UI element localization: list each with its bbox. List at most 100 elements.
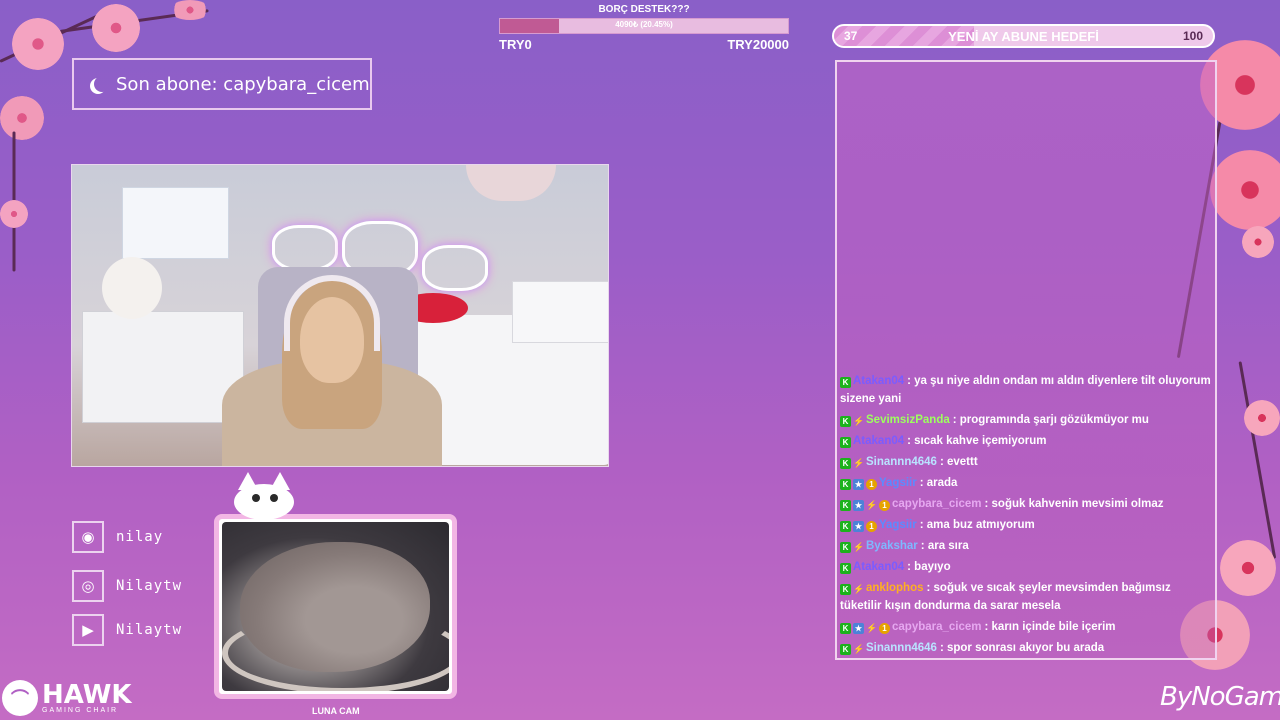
prime-badge-icon: ⚡ xyxy=(853,644,865,654)
prime-badge-icon: ⚡ xyxy=(853,542,865,552)
moderator-badge-icon: K xyxy=(840,563,851,574)
moderator-badge-icon: K xyxy=(840,521,851,532)
chat-username[interactable]: Sinannn4646 xyxy=(866,642,937,654)
chat-username[interactable]: capybara_cicem xyxy=(892,621,982,633)
chat-username[interactable]: Atakan04 xyxy=(853,561,904,573)
prime-badge-icon: ⚡ xyxy=(853,458,865,468)
chat-message: K ⚡ Sinannn4646: spor sonrası akıyor bu ar… xyxy=(840,639,1212,657)
donation-goal-widget: BORÇ DESTEK??? 4090₺ (20.45%) TRY0 TRY20… xyxy=(499,4,789,54)
moderator-badge-icon: K xyxy=(840,458,851,469)
social-instagram[interactable]: ◎ Nilaytw xyxy=(72,570,182,602)
streamer-webcam xyxy=(71,164,609,467)
social-youtube[interactable]: ▶ Nilaytw xyxy=(72,614,182,646)
instagram-icon: ◎ xyxy=(72,570,104,602)
moderator-badge-icon: K xyxy=(840,416,851,427)
donation-progress-bar: 4090₺ (20.45%) xyxy=(499,18,789,34)
chat-message-text: : programında şarjı gözükmüyor mu xyxy=(952,414,1149,426)
social-instagram-name: Nilaytw xyxy=(116,578,183,594)
prime-badge-icon: ⚡ xyxy=(853,584,865,594)
sub-goal-target: 100 xyxy=(1182,29,1203,43)
moderator-badge-icon: K xyxy=(840,479,851,490)
chat-message-text: : evettt xyxy=(939,456,978,468)
moderator-badge-icon: K xyxy=(840,542,851,553)
chat-message-text: : ama buz atmıyorum xyxy=(919,519,1035,531)
donation-max-label: TRY20000 xyxy=(727,37,789,52)
chat-message-text: : karın içinde bile içerim xyxy=(984,621,1116,633)
social-youtube-name: Nilaytw xyxy=(116,622,183,638)
chat-username[interactable]: Atakan04 xyxy=(853,435,904,447)
discord-icon: ◉ xyxy=(72,521,104,553)
last-subscriber-box: Son abone: capybara_cicem xyxy=(72,58,372,110)
donation-progress-text: 4090₺ (20.45%) xyxy=(615,20,673,29)
bed-headboard xyxy=(512,281,608,343)
subscriber-badge-icon: ★ xyxy=(853,623,864,634)
prime-badge-icon: ⚡ xyxy=(866,500,878,510)
moderator-badge-icon: K xyxy=(840,437,851,448)
chat-username[interactable]: capybara_cicem xyxy=(892,498,982,510)
chat-message: K ★ 1 Yagsiir: arada xyxy=(840,474,1212,492)
donation-title: BORÇ DESTEK??? xyxy=(598,4,690,15)
chat-log: K Atakan04: ya şu niye aldın ondan mı ald… xyxy=(840,372,1212,660)
prime-badge-icon: ⚡ xyxy=(853,416,865,426)
chat-message-text: : bayıyo xyxy=(907,561,951,573)
subscriber-badge-icon: ★ xyxy=(853,479,864,490)
cat-cam-frame xyxy=(214,514,457,699)
chat-message: K ⚡ Sinannn4646: evettt xyxy=(840,453,1212,471)
cat-cam-feed xyxy=(222,522,449,691)
social-discord-name: nilay xyxy=(116,529,164,545)
last-subscriber-text: Son abone: capybara_cicem xyxy=(116,73,370,95)
chat-message: K Atakan04: ya şu niye aldın ondan mı ald… xyxy=(840,372,1212,408)
chat-message: K ⚡ SevimsizPanda: programında şarjı gözük… xyxy=(840,411,1212,429)
hawk-mark-icon: ⌒ xyxy=(2,680,38,716)
neon-light xyxy=(272,225,338,271)
chat-message: K ★ ⚡ 1 capybara_cicem: karın içinde bile iç… xyxy=(840,618,1212,636)
wall-pegboard xyxy=(122,187,229,259)
gold-badge-icon: 1 xyxy=(866,479,877,490)
moderator-badge-icon: K xyxy=(840,500,851,511)
chat-message: K Atakan04: sıcak kahve içemiyorum xyxy=(840,432,1212,450)
youtube-icon: ▶ xyxy=(72,614,104,646)
moderator-badge-icon: K xyxy=(840,623,851,634)
cherry-blossom-decoration-left xyxy=(0,130,40,272)
chat-username[interactable]: SevimsizPanda xyxy=(866,414,950,426)
donation-min-label: TRY0 xyxy=(499,37,532,52)
hawk-logo: ⌒ HAWK GAMING CHAIR xyxy=(2,680,132,716)
subscriber-badge-icon: ★ xyxy=(853,500,864,511)
chat-username[interactable]: Yagsiir xyxy=(879,519,917,531)
sub-goal-bar: 37 YENİ AY ABUNE HEDEFİ 100 xyxy=(832,24,1215,48)
prime-badge-icon: ⚡ xyxy=(866,623,878,633)
chat-username[interactable]: anklophos xyxy=(866,582,924,594)
hawk-subtitle: GAMING CHAIR xyxy=(42,706,119,714)
hawk-title: HAWK xyxy=(42,679,132,710)
neon-light xyxy=(422,245,488,291)
sleeping-cat xyxy=(240,542,430,672)
moderator-badge-icon: K xyxy=(840,644,851,655)
moderator-badge-icon: K xyxy=(840,377,851,388)
moon-icon xyxy=(94,76,110,92)
chat-message: K ★ 1 Yagsiir: ama buz atmıyorum xyxy=(840,516,1212,534)
chat-username[interactable]: Byakshar xyxy=(866,540,918,552)
lamp xyxy=(466,165,556,201)
chat-message-text: : sıcak kahve içemiyorum xyxy=(907,435,1047,447)
gold-badge-icon: 1 xyxy=(879,500,890,511)
chat-username[interactable]: Sinannn4646 xyxy=(866,456,937,468)
gold-badge-icon: 1 xyxy=(879,623,890,634)
chat-message-text: : ara sıra xyxy=(920,540,969,552)
chat-username[interactable]: Yagsiir xyxy=(879,477,917,489)
chat-message-text: : arada xyxy=(919,477,958,489)
chat-username[interactable]: Atakan04 xyxy=(853,375,904,387)
chat-message: K ★ ⚡ 1 capybara_cicem: soğuk kahvenin mevsi… xyxy=(840,495,1212,513)
bynogame-logo: ByNoGame xyxy=(1160,682,1280,712)
chat-message: K ⚡ Byakshar: ara sıra xyxy=(840,537,1212,555)
chat-message: K Atakan04: bayıyo xyxy=(840,558,1212,576)
social-discord[interactable]: ◉ nilay xyxy=(72,521,163,553)
teddy-bear xyxy=(102,257,162,319)
subscriber-badge-icon: ★ xyxy=(853,521,864,532)
gold-badge-icon: 1 xyxy=(866,521,877,532)
moderator-badge-icon: K xyxy=(840,584,851,595)
dresser xyxy=(82,311,244,423)
sub-goal-label: YENİ AY ABUNE HEDEFİ xyxy=(948,29,1099,44)
chat-message-text: : spor sonrası akıyor bu arada xyxy=(939,642,1105,654)
chat-message: K ⚡ anklophos: soğuk ve sıcak şeyler mevsi… xyxy=(840,579,1212,615)
cat-cam-label: LUNA CAM xyxy=(312,706,360,716)
